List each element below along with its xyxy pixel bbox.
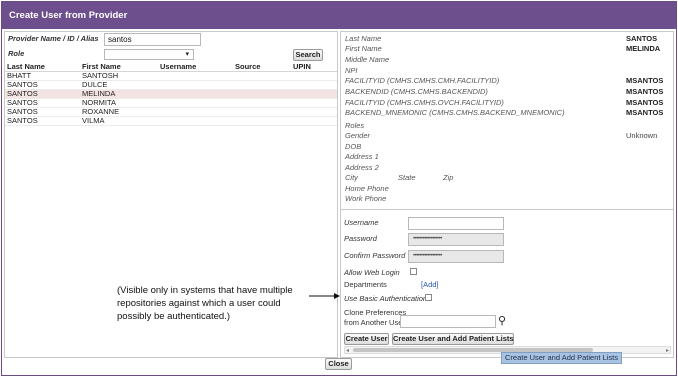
table-row[interactable]: SANTOS ROXANNE (5, 107, 337, 117)
zip-label: Zip (443, 173, 454, 182)
col-source[interactable]: Source (233, 62, 291, 72)
first-name-label: First Name (345, 44, 382, 53)
create-user-add-lists-button[interactable]: Create User and Add Patient Lists (392, 333, 514, 345)
provider-details-panel: Last Name SANTOS First Name MELINDA Midd… (340, 31, 674, 358)
section-divider (341, 209, 673, 210)
cell-source (233, 80, 291, 90)
work-phone-label: Work Phone (345, 194, 387, 203)
mnemonic-value: MSANTOS (626, 108, 664, 117)
cell-last: SANTOS (5, 116, 80, 126)
facilityid-label: FACILITYID (CMHS.CMHS.CMH.FACILITYID) (345, 76, 500, 85)
cell-upin (291, 107, 337, 117)
web-login-label: Allow Web Login (344, 268, 400, 277)
cell-username (158, 71, 233, 81)
first-name-value: MELINDA (626, 44, 661, 53)
departments-add-link[interactable]: [Add] (421, 280, 439, 289)
gender-value: Unknown (626, 131, 658, 140)
role-label: Role (8, 49, 25, 58)
table-row-selected[interactable]: SANTOS MELINDA (5, 89, 337, 99)
password-input[interactable]: •••••••••••••••••• (408, 233, 504, 246)
cell-username (158, 89, 233, 99)
col-upin[interactable]: UPIN (291, 62, 337, 72)
home-phone-label: Home Phone (345, 184, 389, 193)
create-user-button[interactable]: Create User (344, 333, 389, 345)
state-label: State (398, 173, 416, 182)
chevron-down-icon: ▾ (185, 51, 189, 58)
scroll-left-icon[interactable]: ◂ (346, 347, 349, 354)
scroll-right-icon[interactable]: ▸ (666, 347, 669, 354)
search-button[interactable]: Search (293, 49, 323, 61)
col-username[interactable]: Username (158, 62, 233, 72)
cell-source (233, 89, 291, 99)
cell-upin (291, 98, 337, 108)
cell-upin (291, 116, 337, 126)
cell-source (233, 98, 291, 108)
roles-label: Roles (345, 121, 365, 130)
results-table: Last Name First Name Username Source UPI… (5, 62, 337, 126)
cell-upin (291, 89, 337, 99)
table-row[interactable]: SANTOS VILMA (5, 116, 337, 126)
backendid-value: MSANTOS (626, 87, 664, 96)
create-user-dialog: Create User from Provider Provider Name … (1, 1, 677, 376)
table-row[interactable]: SANTOS DULCE (5, 80, 337, 90)
annotation-note: (Visible only in systems that have multi… (117, 285, 293, 322)
confirm-password-label: Confirm Password (344, 251, 406, 260)
cell-first: VILMA (80, 116, 158, 126)
cell-upin (291, 71, 337, 81)
table-row[interactable]: BHATT SANTOSH (5, 71, 337, 81)
clone-label-line1: Clone Preferences (344, 308, 407, 317)
username-input[interactable] (408, 217, 504, 230)
dob-label: DOB (345, 142, 362, 151)
search-icon[interactable]: ⚲ (498, 314, 506, 327)
facilityid2-value: MSANTOS (626, 98, 664, 107)
mnemonic-label: BACKEND_MNEMONIC (CMHS.CMHS.BACKEND_MNEM… (345, 108, 565, 117)
cell-username (158, 116, 233, 126)
basic-auth-checkbox[interactable] (425, 294, 432, 301)
gender-label: Gender (345, 131, 371, 140)
cell-username (158, 107, 233, 117)
cell-source (233, 71, 291, 81)
address2-label: Address 2 (345, 163, 379, 172)
role-select[interactable]: ▾ (104, 49, 194, 60)
last-name-label: Last Name (345, 34, 382, 43)
password-label: Password (344, 234, 377, 243)
basic-auth-label: Use Basic Authentication (344, 294, 428, 303)
provider-search-input[interactable]: santos (104, 33, 201, 46)
table-header-row: Last Name First Name Username Source UPI… (5, 62, 337, 72)
backendid-label: BACKENDID (CMHS.CMHS.BACKENDID) (345, 87, 488, 96)
close-button[interactable]: Close (325, 358, 352, 370)
confirm-password-input[interactable]: •••••••••••••••••• (408, 250, 504, 263)
cell-source (233, 116, 291, 126)
dialog-title: Create User from Provider (2, 2, 676, 29)
annotation-arrow-icon (309, 293, 340, 299)
provider-label: Provider Name / ID / Alias (8, 34, 99, 43)
address1-label: Address 1 (345, 152, 379, 161)
cell-source (233, 107, 291, 117)
city-label: City (345, 173, 358, 182)
middle-name-label: Middle Name (345, 55, 390, 64)
tooltip: Create User and Add Patient Lists (501, 352, 622, 364)
cell-username (158, 80, 233, 90)
last-name-value: SANTOS (626, 34, 658, 43)
username-label: Username (344, 218, 379, 227)
clone-user-input[interactable] (400, 315, 496, 328)
cell-upin (291, 80, 337, 90)
cell-username (158, 98, 233, 108)
facilityid-value: MSANTOS (626, 76, 664, 85)
facilityid2-label: FACILITYID (CMHS.CMHS.OVCH.FACILITYID) (345, 98, 504, 107)
departments-label: Departments (344, 280, 387, 289)
table-row[interactable]: SANTOS NORMITA (5, 98, 337, 108)
npi-label: NPI (345, 66, 358, 75)
web-login-checkbox[interactable] (410, 268, 417, 275)
clone-label-line2: from Another User (344, 318, 405, 327)
